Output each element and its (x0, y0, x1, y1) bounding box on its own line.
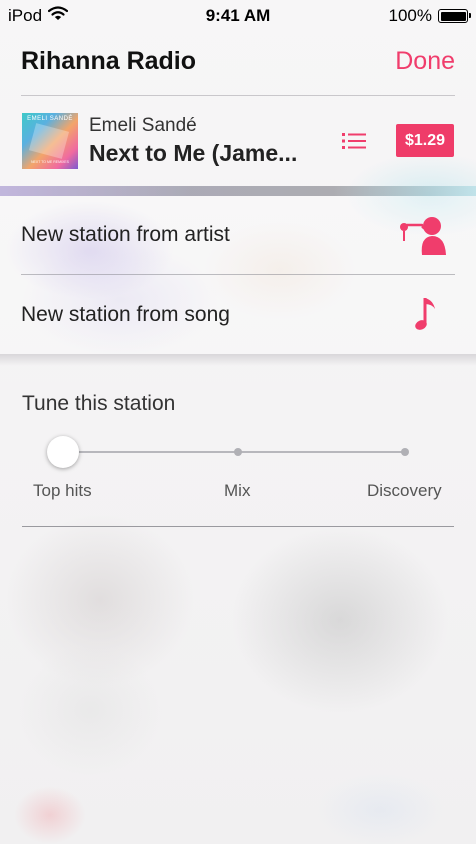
station-title: Rihanna Radio (21, 47, 197, 75)
slider-stop-discovery[interactable] (401, 448, 409, 456)
track-title[interactable]: Next to Me (Jame... (89, 140, 335, 167)
slider-stop-mix[interactable] (234, 448, 242, 456)
menu-divider (21, 274, 455, 275)
list-icon[interactable] (342, 132, 366, 150)
new-station-from-song[interactable]: New station from song (0, 276, 476, 354)
menu-bottom-shadow (0, 354, 476, 366)
album-art-subtext: NEXT TO ME REMIXES (31, 160, 69, 164)
now-playing: EMELI SANDÉ NEXT TO ME REMIXES Emeli San… (0, 96, 476, 186)
tune-section: Tune this station Top hits Mix Discovery (0, 366, 476, 536)
status-bar: iPod 9:41 AM 100% (0, 0, 476, 32)
done-button[interactable]: Done (395, 47, 455, 76)
battery-percent: 100% (388, 6, 432, 25)
stop-label-discovery[interactable]: Discovery (367, 481, 442, 501)
header: Rihanna Radio Done (0, 38, 476, 94)
album-art[interactable]: EMELI SANDÉ NEXT TO ME REMIXES (22, 113, 78, 169)
battery-icon (438, 9, 471, 23)
tune-title: Tune this station (22, 392, 176, 415)
station-menu: New station from artist New station from… (0, 196, 476, 354)
buy-price-button[interactable]: $1.29 (396, 124, 454, 157)
status-right: 100% (388, 6, 471, 26)
stop-label-mix[interactable]: Mix (224, 481, 250, 501)
music-note-icon (414, 295, 440, 338)
singer-icon (396, 215, 446, 260)
menu-item-label: New station from artist (21, 223, 230, 246)
stop-label-top-hits[interactable]: Top hits (33, 481, 92, 501)
album-art-text: EMELI SANDÉ (27, 116, 73, 122)
track-artist: Emeli Sandé (89, 115, 197, 136)
tune-divider (22, 526, 454, 527)
menu-top-shadow (0, 186, 476, 196)
new-station-from-artist[interactable]: New station from artist (0, 196, 476, 274)
album-art-shape (28, 123, 70, 159)
tune-slider-knob[interactable] (47, 436, 79, 468)
menu-item-label: New station from song (21, 303, 230, 326)
